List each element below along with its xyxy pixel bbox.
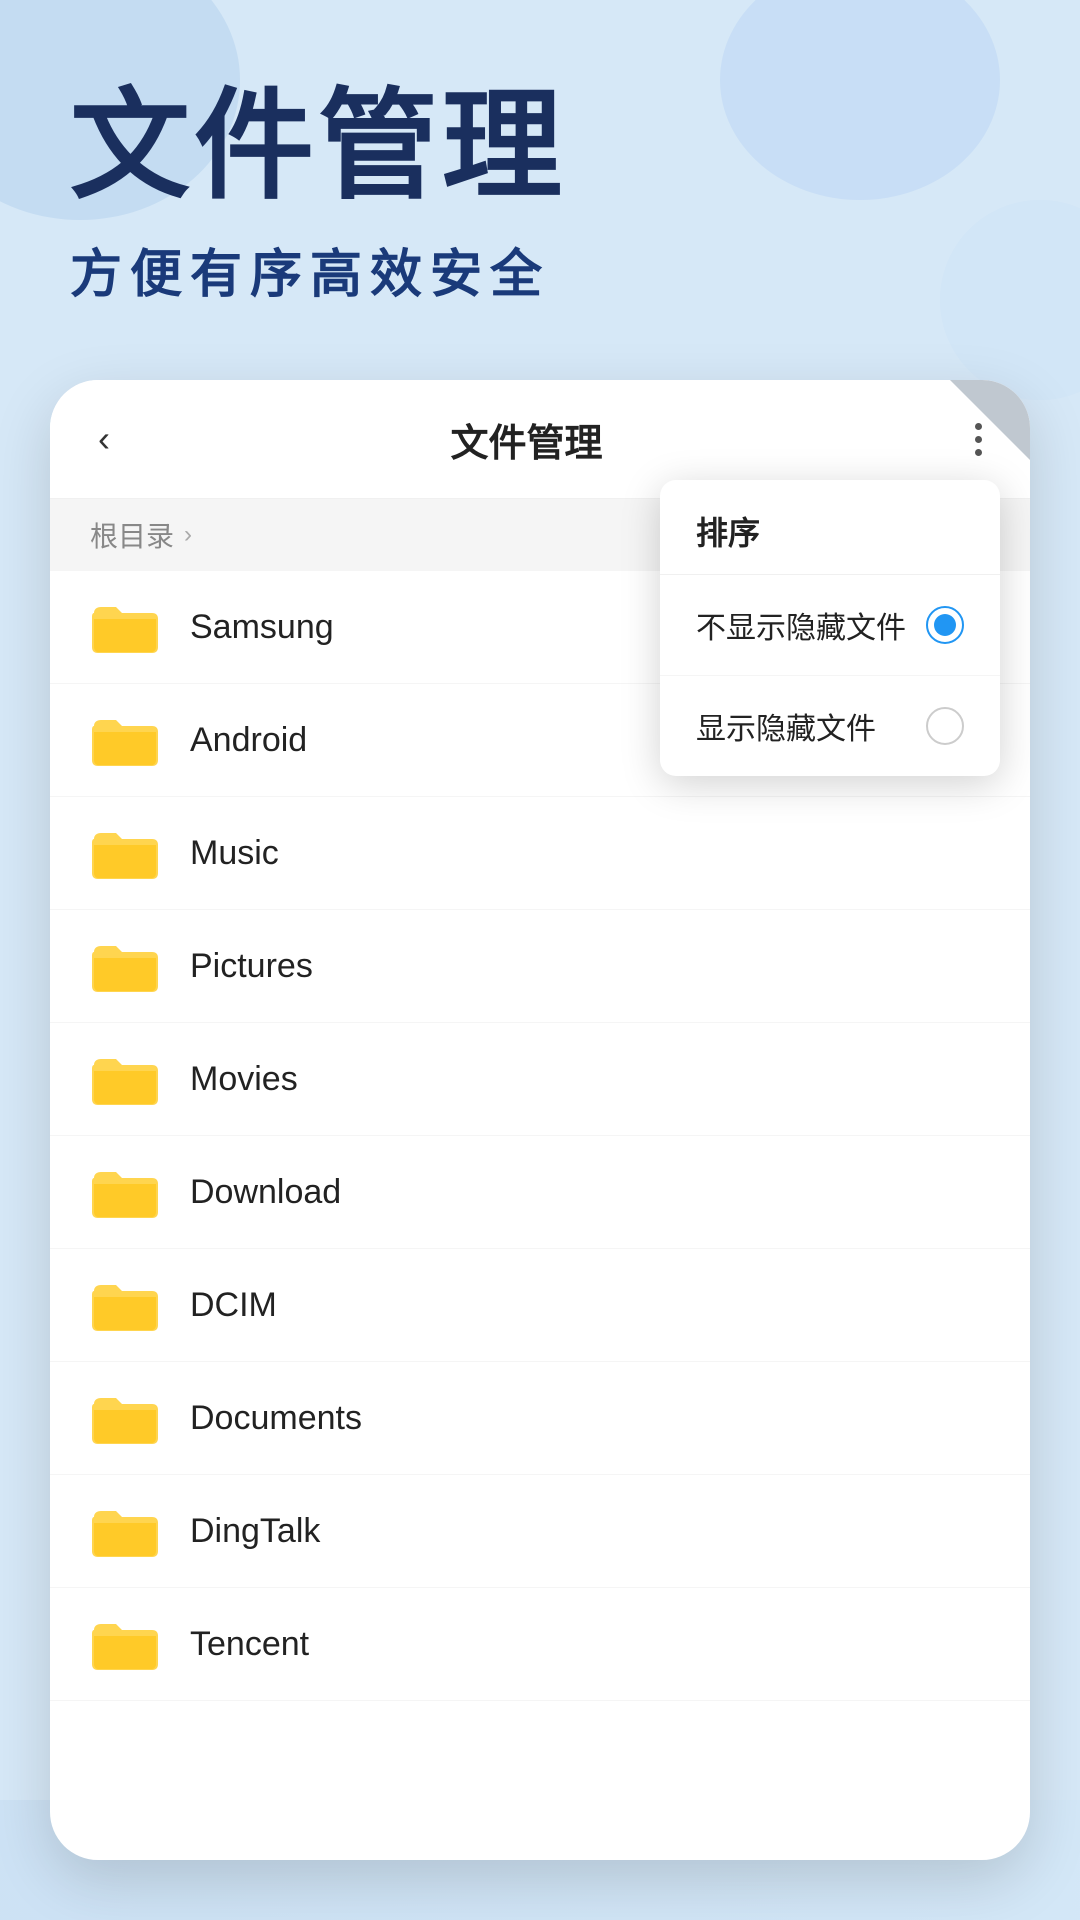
radio-button-hide[interactable] — [926, 606, 964, 644]
radio-inner-active — [934, 614, 956, 636]
dropdown-item-show-hidden[interactable]: 显示隐藏文件 — [660, 676, 1000, 776]
radio-button-show[interactable] — [926, 707, 964, 745]
main-title: 文件管理 — [70, 80, 1010, 212]
sub-title: 方便有序高效安全 — [70, 232, 1010, 307]
dropdown-item-label: 不显示隐藏文件 — [696, 603, 906, 647]
dropdown-menu: 排序 不显示隐藏文件 显示隐藏文件 — [660, 480, 1000, 776]
dropdown-item-hide-hidden[interactable]: 不显示隐藏文件 — [660, 575, 1000, 676]
dropdown-item-label: 显示隐藏文件 — [696, 704, 876, 748]
dropdown-overlay: 排序 不显示隐藏文件 显示隐藏文件 — [50, 380, 1030, 1860]
header-section: 文件管理 方便有序高效安全 — [0, 0, 1080, 347]
phone-mockup: ‹ 文件管理 根目录 › Samsung — [50, 380, 1030, 1860]
dropdown-title: 排序 — [660, 480, 1000, 575]
